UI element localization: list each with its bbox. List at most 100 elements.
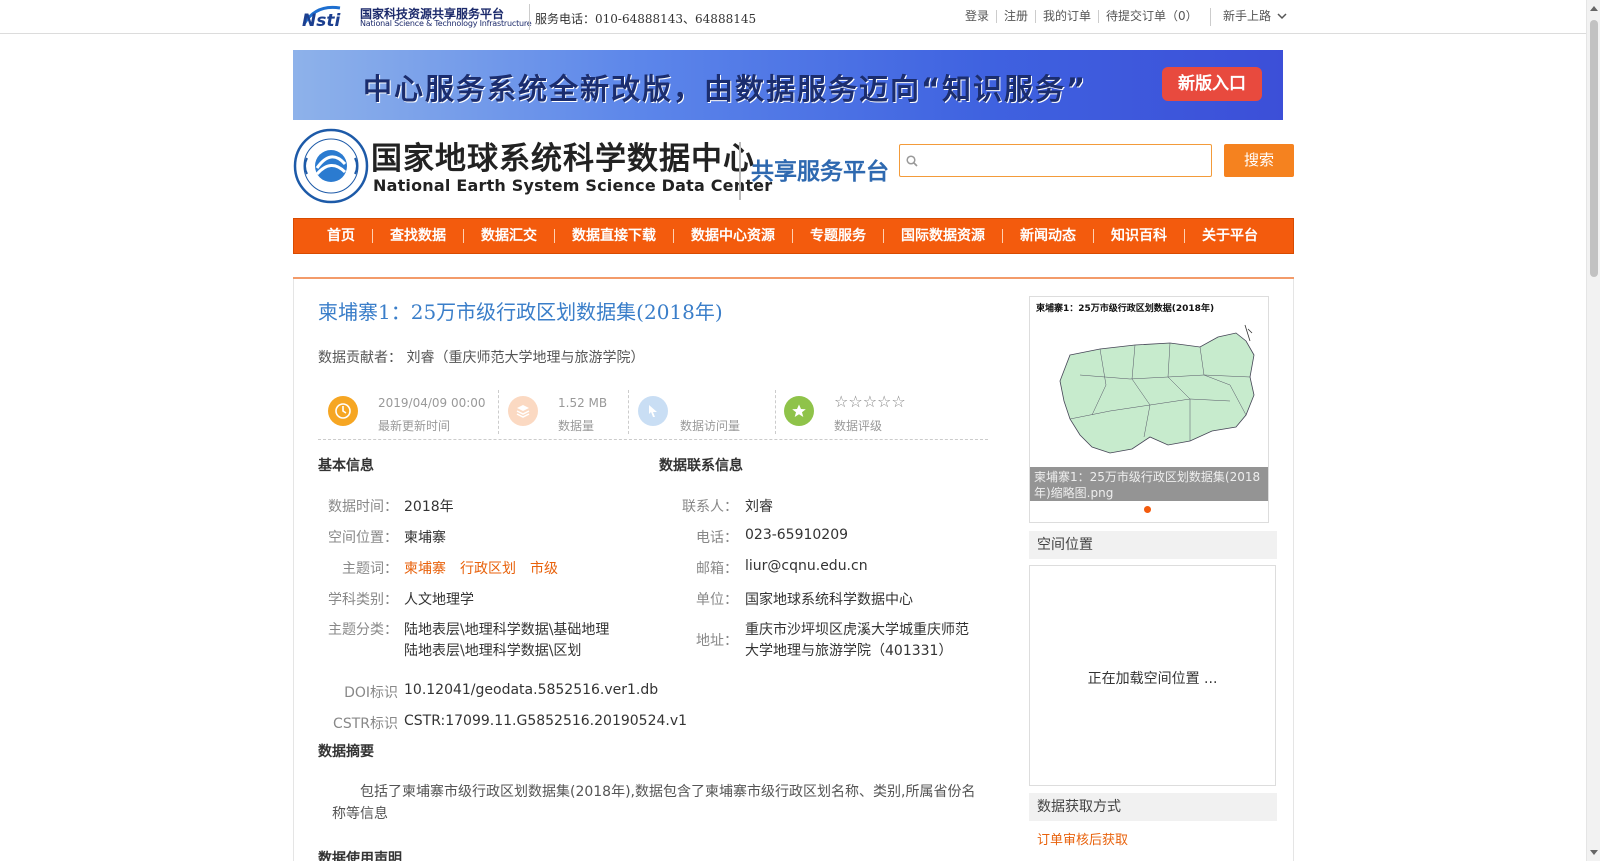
search-button[interactable]: 搜索 xyxy=(1224,144,1294,177)
seal-logo-icon xyxy=(293,128,369,204)
spatial-map[interactable]: 正在加载空间位置 ... xyxy=(1029,565,1276,786)
abstract-text: 包括了柬埔寨市级行政区划数据集(2018年),数据包含了柬埔寨市级行政区划名称、… xyxy=(332,784,976,822)
keywords-list: 柬埔寨 行政区划 市级 xyxy=(404,558,572,578)
nav-international-data[interactable]: 国际数据资源 xyxy=(883,229,1002,243)
keyword-link[interactable]: 市级 xyxy=(530,561,558,577)
scroll-up-arrow[interactable] xyxy=(1590,6,1598,11)
contributor-label: 数据贡献者： xyxy=(318,350,402,366)
page: Nsti 国家科技资源共享服务平台 National Science & Tec… xyxy=(0,0,1600,861)
promo-banner[interactable]: 中心服务系统全新改版，由数据服务迈向“知识服务” 新版入口 xyxy=(293,50,1283,120)
scrollbar-thumb[interactable] xyxy=(1590,20,1598,277)
data-time-label: 数据时间： xyxy=(328,499,398,515)
register-link[interactable]: 注册 xyxy=(996,10,1035,23)
updated-label: 最新更新时间 xyxy=(378,419,451,433)
keyword-link[interactable]: 柬埔寨 xyxy=(404,561,446,577)
guide-dropdown[interactable]: 新手上路 xyxy=(1223,7,1287,24)
layers-icon xyxy=(508,396,538,426)
nsti-logo[interactable]: Nsti 国家科技资源共享服务平台 National Science & Tec… xyxy=(300,2,532,32)
nav-center-resources[interactable]: 数据中心资源 xyxy=(673,229,792,243)
basic-info-heading: 基本信息 xyxy=(318,458,374,474)
main-nav: 首页 查找数据 数据汇交 数据直接下载 数据中心资源 专题服务 国际数据资源 新… xyxy=(293,218,1294,254)
chevron-down-icon xyxy=(1277,12,1287,19)
pending-orders-link[interactable]: 待提交订单（0） xyxy=(1098,10,1205,23)
nsti-logo-en: National Science & Technology Infrastruc… xyxy=(360,19,532,28)
cstr-label: CSTR标识 xyxy=(333,716,398,732)
thumbnail-caption: 柬埔寨1：25万市级行政区划数据集(2018年)缩略图.png xyxy=(1030,467,1268,501)
stat-updated: 2019/04/09 00:00 最新更新时间 xyxy=(328,388,498,433)
new-version-button[interactable]: 新版入口 xyxy=(1162,67,1262,101)
my-orders-link[interactable]: 我的订单 xyxy=(1035,10,1098,23)
content-top-border xyxy=(293,277,1294,279)
nav-topic-services[interactable]: 专题服务 xyxy=(792,229,883,243)
contact-person-label: 联系人： xyxy=(682,499,738,515)
doi-value[interactable]: 10.12041/geodata.5852516.ver1.db xyxy=(404,682,658,698)
discipline-label: 学科类别： xyxy=(328,592,398,608)
guide-label: 新手上路 xyxy=(1223,9,1272,23)
service-phone: 服务电话：010-64888143、64888145 xyxy=(535,12,757,26)
stat-divider xyxy=(628,390,629,434)
keywords-label: 主题词： xyxy=(342,561,398,577)
clock-icon xyxy=(328,396,358,426)
top-bar: Nsti 国家科技资源共享服务平台 National Science & Tec… xyxy=(0,0,1586,34)
usage-heading: 数据使用声明 xyxy=(318,851,402,861)
login-link[interactable]: 登录 xyxy=(958,10,996,23)
spatial-value-link[interactable]: 柬埔寨 xyxy=(404,527,446,547)
rating-label: 数据评级 xyxy=(834,419,883,433)
top-divider xyxy=(529,4,530,30)
nav-home[interactable]: 首页 xyxy=(310,229,372,243)
contact-phone-label: 电话： xyxy=(696,530,738,546)
top-links: 登录 注册 我的订单 待提交订单（0） xyxy=(958,10,1205,23)
contact-email-label: 邮箱： xyxy=(696,561,738,577)
content-right-border xyxy=(1293,279,1294,861)
nav-data-submission[interactable]: 数据汇交 xyxy=(463,229,554,243)
platform-name: 共享服务平台 xyxy=(751,159,889,185)
carousel-dot-active[interactable] xyxy=(1144,506,1151,513)
page-scrollbar[interactable] xyxy=(1586,0,1600,861)
data-center-name-en: National Earth System Science Data Cente… xyxy=(373,176,773,195)
rating-stars[interactable]: ☆☆☆☆☆ xyxy=(834,392,906,411)
banner-text: 中心服务系统全新改版，由数据服务迈向“知识服务” xyxy=(363,72,1088,106)
cstr-value[interactable]: CSTR:17099.11.G5852516.20190524.v1 xyxy=(404,713,687,729)
nav-direct-download[interactable]: 数据直接下载 xyxy=(554,229,673,243)
contact-person-value: 刘睿 xyxy=(745,499,773,515)
search-icon xyxy=(906,155,918,167)
contact-email-value[interactable]: liur@cqnu.edu.cn xyxy=(745,558,868,574)
size-label: 数据量 xyxy=(558,419,595,433)
category-link[interactable]: 陆地表层\地理科学数据\基础地理 xyxy=(404,619,609,639)
star-icon xyxy=(784,396,814,426)
doi-label: DOI标识 xyxy=(344,685,398,701)
scroll-down-arrow[interactable] xyxy=(1590,850,1598,855)
thumbnail-carousel[interactable]: 柬埔寨1：25万市级行政区划数据(2018年) 柬埔寨1：25万市级行政区划数据… xyxy=(1029,296,1269,523)
contact-address-line: 重庆市沙坪坝区虎溪大学城重庆师范 xyxy=(745,622,969,638)
stat-size: 1.52 MB 数据量 xyxy=(508,388,628,433)
order-access-link[interactable]: 订单审核后获取 xyxy=(1037,829,1128,848)
nav-news[interactable]: 新闻动态 xyxy=(1002,229,1093,243)
abstract-heading: 数据摘要 xyxy=(318,744,374,760)
spatial-heading: 空间位置 xyxy=(1029,531,1277,559)
nav-find-data[interactable]: 查找数据 xyxy=(372,229,463,243)
discipline-link[interactable]: 人文地理学 xyxy=(404,589,474,609)
contact-address-line: 大学地理与旅游学院（401331） xyxy=(745,643,953,659)
access-heading: 数据获取方式 xyxy=(1029,793,1277,821)
data-time-value: 2018年 xyxy=(404,499,454,515)
search-input[interactable] xyxy=(922,149,1207,173)
keyword-link[interactable]: 行政区划 xyxy=(460,561,516,577)
cambodia-map-thumbnail xyxy=(1059,324,1255,454)
contact-unit-label: 单位： xyxy=(696,592,738,608)
data-center-logo[interactable]: 国家地球系统科学数据中心 National Earth System Scien… xyxy=(293,128,893,204)
search-field[interactable] xyxy=(899,144,1212,177)
nsti-logo-icon: Nsti xyxy=(302,5,341,30)
nav-about[interactable]: 关于平台 xyxy=(1184,229,1275,243)
logo-divider xyxy=(739,142,741,200)
dataset-title: 柬埔寨1：25万市级行政区划数据集(2018年) xyxy=(318,300,723,324)
stat-visits: 数据访问量 xyxy=(638,388,768,433)
dataset-stats: 2019/04/09 00:00 最新更新时间 1.52 MB 数据量 数据访问… xyxy=(318,384,988,440)
pointer-icon xyxy=(638,396,668,426)
nav-knowledge[interactable]: 知识百科 xyxy=(1093,229,1184,243)
data-center-name-cn: 国家地球系统科学数据中心 xyxy=(371,141,755,177)
stat-divider xyxy=(775,390,776,434)
size-value: 1.52 MB xyxy=(558,396,608,410)
category-label: 主题分类： xyxy=(328,622,398,638)
contact-address-label: 地址： xyxy=(696,633,738,649)
category-link[interactable]: 陆地表层\地理科学数据\区划 xyxy=(404,640,581,660)
